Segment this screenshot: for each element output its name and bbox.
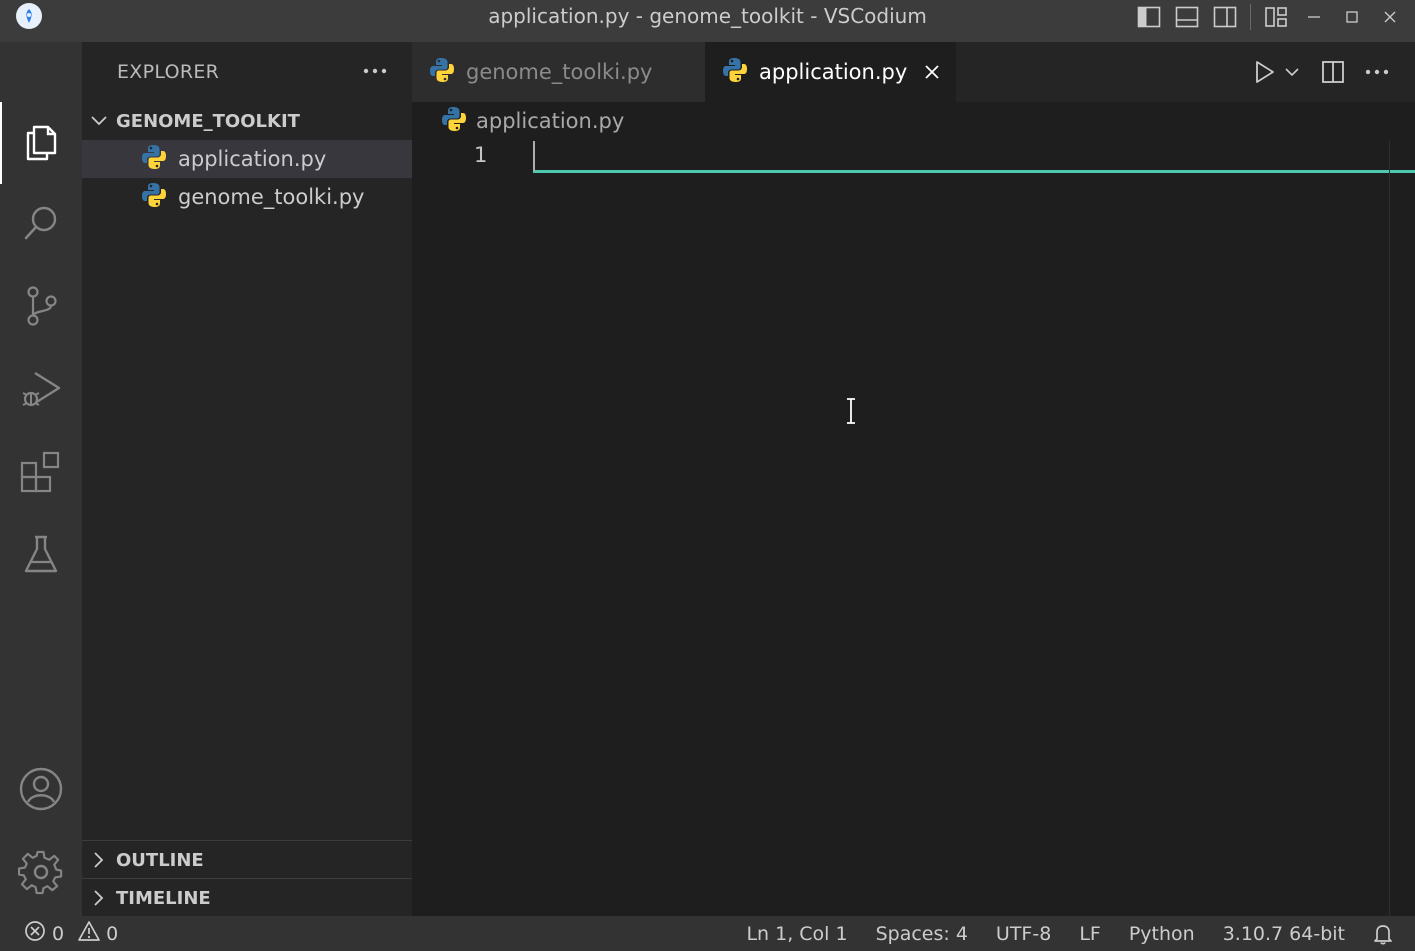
- toggle-panel-icon[interactable]: [1168, 0, 1206, 34]
- warning-icon: [78, 920, 100, 947]
- cursor-position[interactable]: Ln 1, Col 1: [746, 923, 847, 945]
- breadcrumb-file[interactable]: application.py: [476, 109, 624, 133]
- tab-label: genome_toolki.py: [466, 60, 653, 84]
- close-tab-icon[interactable]: [921, 61, 943, 83]
- toggle-secondary-sidebar-icon[interactable]: [1206, 0, 1244, 34]
- explorer-sidebar: EXPLORER GENOME_TOOLKIT application.py g…: [82, 42, 412, 916]
- file-item-genome-toolki[interactable]: genome_toolki.py: [82, 178, 412, 216]
- file-item-application[interactable]: application.py: [82, 140, 412, 178]
- outline-section-header[interactable]: OUTLINE: [82, 841, 412, 879]
- end-of-line[interactable]: LF: [1079, 923, 1101, 945]
- source-control-activity[interactable]: [0, 267, 82, 349]
- file-name: application.py: [178, 147, 327, 171]
- current-line-highlight[interactable]: [533, 140, 1415, 173]
- python-interpreter[interactable]: 3.10.7 64-bit: [1223, 923, 1345, 945]
- python-file-icon: [140, 181, 168, 213]
- testing-activity[interactable]: [0, 516, 82, 598]
- maximize-icon[interactable]: [1333, 0, 1371, 34]
- line-number: 1: [474, 143, 488, 167]
- toggle-primary-sidebar-icon[interactable]: [1130, 0, 1168, 34]
- encoding[interactable]: UTF-8: [996, 923, 1051, 945]
- manage-activity[interactable]: [0, 833, 82, 915]
- close-window-icon[interactable]: [1371, 0, 1409, 34]
- chevron-down-icon: [82, 116, 116, 126]
- folder-name: GENOME_TOOLKIT: [116, 110, 300, 132]
- files-icon: [22, 119, 62, 167]
- notifications-bell-icon[interactable]: [1373, 923, 1393, 945]
- tab-application[interactable]: application.py: [705, 42, 956, 102]
- tab-label: application.py: [759, 60, 908, 84]
- title-bar-divider: [1250, 4, 1251, 30]
- chevron-right-icon: [82, 852, 116, 868]
- breadcrumb[interactable]: application.py: [412, 102, 1415, 140]
- text-cursor: [533, 141, 535, 171]
- outline-label: OUTLINE: [116, 849, 204, 871]
- mouse-ibeam-cursor-icon: [846, 398, 856, 428]
- timeline-label: TIMELINE: [116, 887, 211, 909]
- chevron-right-icon: [82, 890, 116, 906]
- testing-icon: [21, 533, 61, 581]
- warning-count: 0: [106, 922, 119, 945]
- run-debug-activity[interactable]: [0, 350, 82, 432]
- file-name: genome_toolki.py: [178, 185, 365, 209]
- error-count: 0: [52, 922, 65, 945]
- split-editor-icon[interactable]: [1315, 54, 1351, 90]
- run-debug-icon: [19, 367, 63, 415]
- explorer-activity[interactable]: [0, 102, 82, 184]
- status-bar: 0 0 Ln 1, Col 1 Spaces: 4 UTF-8 LF Pytho…: [0, 916, 1415, 951]
- title-bar: application.py - genome_toolkit - VSCodi…: [0, 0, 1415, 42]
- explorer-header: EXPLORER: [82, 42, 412, 102]
- indentation[interactable]: Spaces: 4: [876, 923, 968, 945]
- editor-group: genome_toolki.py application.py applicat…: [412, 42, 1415, 916]
- activity-bar: [0, 42, 82, 916]
- folder-section-header[interactable]: GENOME_TOOLKIT: [82, 102, 412, 140]
- run-python-file-icon[interactable]: [1247, 54, 1283, 90]
- python-file-icon: [428, 56, 456, 88]
- accounts-activity[interactable]: [0, 750, 82, 832]
- account-icon: [18, 766, 64, 816]
- customize-layout-icon[interactable]: [1257, 0, 1295, 34]
- tabs-bar: genome_toolki.py application.py: [412, 42, 1415, 102]
- editor-more-actions-icon[interactable]: [1359, 54, 1395, 90]
- error-icon: [24, 920, 46, 947]
- minimize-icon[interactable]: [1295, 0, 1333, 34]
- explorer-title: EXPLORER: [117, 61, 220, 83]
- search-activity[interactable]: [0, 184, 82, 266]
- extensions-icon: [19, 450, 63, 498]
- tab-genome-toolki[interactable]: genome_toolki.py: [412, 42, 705, 102]
- timeline-section-header[interactable]: TIMELINE: [82, 879, 412, 917]
- editor-scrollbar-track[interactable]: [1389, 140, 1390, 916]
- problems-status[interactable]: 0 0: [24, 916, 132, 951]
- language-mode[interactable]: Python: [1129, 923, 1195, 945]
- source-control-icon: [21, 284, 61, 332]
- search-icon: [21, 203, 61, 247]
- python-file-icon: [140, 143, 168, 175]
- run-options-chevron-down-icon[interactable]: [1283, 54, 1301, 90]
- python-file-icon: [721, 56, 749, 88]
- settings-gear-icon: [17, 849, 64, 899]
- extensions-activity[interactable]: [0, 433, 82, 515]
- python-file-icon: [440, 105, 468, 137]
- explorer-more-actions-icon[interactable]: [360, 56, 390, 86]
